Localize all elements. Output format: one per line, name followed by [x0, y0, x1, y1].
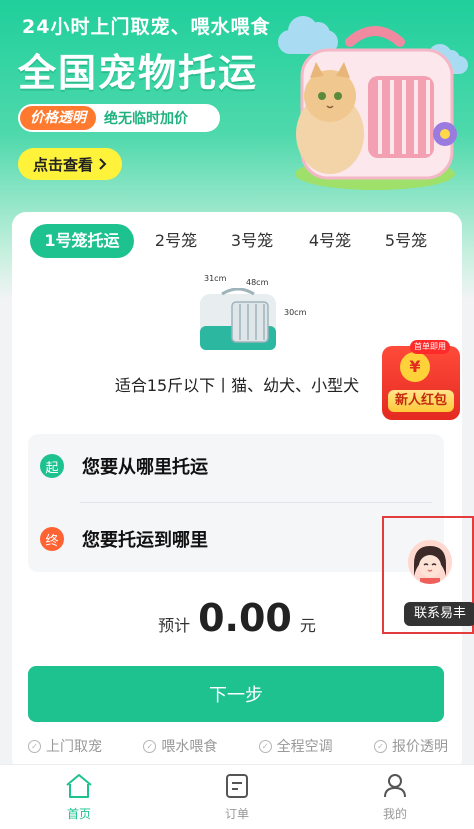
- crate-image: 31cm 48cm 30cm: [192, 272, 312, 362]
- red-packet-coin: ¥: [400, 352, 430, 382]
- price-tag: 价格透明: [20, 106, 96, 130]
- feature-item: ✓ 全程空调: [258, 736, 333, 756]
- new-user-red-packet[interactable]: ¥ 新人红包 首单即用: [382, 338, 462, 420]
- contact-support-widget[interactable]: 联系易丰: [382, 516, 474, 634]
- user-icon: [384, 774, 406, 798]
- support-avatar: [408, 540, 452, 584]
- feature-label: 喂水喂食: [161, 739, 218, 755]
- cta-label: 点击查看: [32, 155, 93, 174]
- check-circle-icon: ✓: [258, 739, 272, 753]
- tab-cage-4[interactable]: 4号笼: [302, 224, 358, 258]
- estimate-amount: 0.00: [198, 596, 292, 640]
- feature-item: ✓ 上门取宠: [28, 736, 102, 756]
- crate-height-dim: 30cm: [284, 308, 307, 317]
- nav-mine-label: 我的: [382, 807, 407, 821]
- view-details-button[interactable]: 点击查看: [18, 148, 122, 180]
- tab-cage-1[interactable]: 1号笼托运: [30, 224, 134, 258]
- contact-label: 联系易丰: [404, 602, 474, 626]
- origin-label: 您要从哪里托运: [82, 457, 208, 478]
- price-transparency-pill: 价格透明 绝无临时加价: [18, 104, 220, 132]
- estimate-unit: 元: [299, 616, 316, 635]
- feature-list: ✓ 上门取宠 ✓ 喂水喂食 ✓ 全程空调 ✓ 报价透明: [28, 736, 448, 756]
- price-text: 绝无临时加价: [104, 111, 188, 127]
- estimate-prefix: 预计: [158, 616, 191, 635]
- feature-item: ✓ 喂水喂食: [143, 736, 217, 756]
- check-circle-icon: ✓: [28, 739, 41, 753]
- hero-title: 全国宠物托运: [18, 51, 259, 95]
- nav-orders-label: 订单: [224, 807, 249, 821]
- crate-width-dim: 31cm: [204, 274, 227, 283]
- check-circle-icon: ✓: [373, 739, 387, 753]
- feature-label: 上门取宠: [46, 739, 102, 755]
- red-packet-label: 新人红包: [388, 390, 454, 412]
- red-packet-body: ¥ 新人红包: [382, 346, 460, 420]
- home-icon: [66, 774, 92, 798]
- crate-depth-dim: 48cm: [246, 278, 269, 287]
- bottom-nav: 首页 订单 我的: [0, 764, 474, 829]
- orders-icon: [226, 774, 248, 798]
- feature-label: 报价透明: [391, 739, 448, 755]
- destination-label: 您要托运到哪里: [82, 530, 208, 551]
- origin-row[interactable]: 起 您要从哪里托运: [28, 434, 444, 498]
- tab-cage-3[interactable]: 3号笼: [224, 224, 280, 258]
- tab-cage-2[interactable]: 2号笼: [148, 224, 204, 258]
- feature-label: 全程空调: [276, 739, 333, 755]
- pet-carrier-cat-illustration: [295, 26, 457, 190]
- tab-cage-5[interactable]: 5号笼: [378, 224, 434, 258]
- crate-illustration: [200, 288, 276, 350]
- destination-badge: 终: [40, 527, 64, 551]
- chevron-right-icon: [99, 158, 107, 170]
- cage-tabs: 1号笼托运 2号笼 3号笼 4号笼 5号笼: [12, 224, 462, 258]
- origin-badge: 起: [40, 454, 64, 478]
- nav-home[interactable]: 首页: [0, 765, 158, 829]
- nav-mine[interactable]: 我的: [316, 765, 474, 829]
- red-packet-ribbon: 首单即用: [410, 340, 450, 354]
- shipping-card: 1号笼托运 2号笼 3号笼 4号笼 5号笼 31cm 48cm 30cm 适合1…: [12, 212, 462, 772]
- feature-item: ✓ 报价透明: [373, 736, 448, 756]
- nav-home-label: 首页: [66, 807, 91, 821]
- route-divider: [80, 502, 432, 503]
- check-circle-icon: ✓: [143, 739, 157, 753]
- nav-orders[interactable]: 订单: [158, 765, 316, 829]
- next-step-button[interactable]: 下一步: [28, 666, 444, 722]
- hero-subtitle: 24小时上门取宠、喂水喂食: [22, 16, 271, 38]
